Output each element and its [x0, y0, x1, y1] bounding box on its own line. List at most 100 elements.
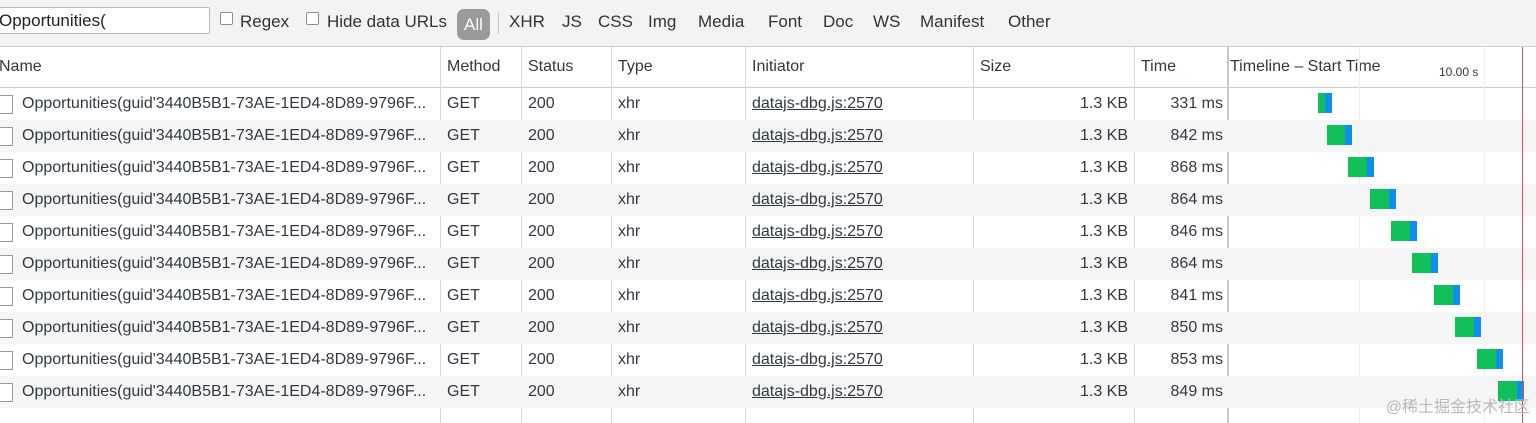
request-name[interactable]: Opportunities(guid'3440B5B1-73AE-1ED4-8D…: [22, 184, 438, 216]
request-type: xhr: [618, 95, 641, 112]
document-icon: [0, 287, 13, 306]
request-status: 200: [528, 383, 555, 400]
column-header-type[interactable]: Type: [612, 47, 744, 87]
request-time: 841 ms: [1170, 287, 1223, 304]
request-status: 200: [528, 319, 555, 336]
request-status: 200: [528, 287, 555, 304]
request-row[interactable]: Opportunities(guid'3440B5B1-73AE-1ED4-8D…: [0, 376, 1536, 408]
column-header-method[interactable]: Method: [441, 47, 521, 87]
document-icon: [0, 127, 13, 146]
request-type: xhr: [618, 223, 641, 240]
request-name[interactable]: Opportunities(guid'3440B5B1-73AE-1ED4-8D…: [22, 88, 438, 120]
request-size: 1.3 KB: [1079, 287, 1128, 304]
request-name[interactable]: Opportunities(guid'3440B5B1-73AE-1ED4-8D…: [22, 312, 438, 344]
hide-data-urls-checkbox[interactable]: [306, 12, 319, 25]
filter-divider: [498, 12, 499, 34]
column-header-timeline[interactable]: Timeline – Start Time: [1224, 47, 1434, 87]
request-name[interactable]: Opportunities(guid'3440B5B1-73AE-1ED4-8D…: [22, 344, 438, 376]
request-initiator-link[interactable]: datajs-dbg.js:2570: [752, 184, 883, 216]
waterfall-download-segment: [1474, 317, 1481, 337]
request-method: GET: [447, 223, 480, 240]
type-filter-manifest[interactable]: Manifest: [920, 12, 984, 32]
request-method: GET: [447, 287, 480, 304]
request-row[interactable]: Opportunities(guid'3440B5B1-73AE-1ED4-8D…: [0, 344, 1536, 376]
waterfall-bar: [1412, 253, 1438, 273]
request-time: 853 ms: [1170, 351, 1223, 368]
watermark: @稀土掘金技术社区: [1385, 399, 1530, 416]
type-filter-font[interactable]: Font: [768, 12, 802, 32]
type-filter-media[interactable]: Media: [698, 12, 744, 32]
waterfall-bar: [1318, 93, 1332, 113]
request-method: GET: [447, 255, 480, 272]
request-row[interactable]: Opportunities(guid'3440B5B1-73AE-1ED4-8D…: [0, 184, 1536, 216]
request-time: 864 ms: [1170, 255, 1223, 272]
request-status: 200: [528, 127, 555, 144]
waterfall-bar: [1348, 157, 1374, 177]
request-initiator-link[interactable]: datajs-dbg.js:2570: [752, 248, 883, 280]
request-size: 1.3 KB: [1079, 127, 1128, 144]
document-icon: [0, 351, 13, 370]
request-initiator-link[interactable]: datajs-dbg.js:2570: [752, 280, 883, 312]
request-initiator-link[interactable]: datajs-dbg.js:2570: [752, 120, 883, 152]
request-row[interactable]: Opportunities(guid'3440B5B1-73AE-1ED4-8D…: [0, 216, 1536, 248]
request-size: 1.3 KB: [1079, 383, 1128, 400]
column-header-initiator[interactable]: Initiator: [746, 47, 972, 87]
type-filter-all[interactable]: All: [457, 9, 490, 40]
request-name[interactable]: Opportunities(guid'3440B5B1-73AE-1ED4-8D…: [22, 248, 438, 280]
waterfall-bar: [1477, 349, 1503, 369]
type-filter-css[interactable]: CSS: [598, 12, 633, 32]
request-row[interactable]: Opportunities(guid'3440B5B1-73AE-1ED4-8D…: [0, 248, 1536, 280]
request-time: 849 ms: [1170, 383, 1223, 400]
hide-data-urls-label[interactable]: Hide data URLs: [327, 12, 447, 32]
request-type: xhr: [618, 319, 641, 336]
request-initiator-link[interactable]: datajs-dbg.js:2570: [752, 152, 883, 184]
type-filter-xhr[interactable]: XHR: [509, 12, 545, 32]
request-size: 1.3 KB: [1079, 319, 1128, 336]
request-size: 1.3 KB: [1079, 255, 1128, 272]
regex-checkbox[interactable]: [220, 12, 233, 25]
document-icon: [0, 319, 13, 338]
request-row[interactable]: Opportunities(guid'3440B5B1-73AE-1ED4-8D…: [0, 120, 1536, 152]
request-method: GET: [447, 351, 480, 368]
request-status: 200: [528, 351, 555, 368]
document-icon: [0, 95, 13, 114]
waterfall-bar: [1391, 221, 1417, 241]
request-method: GET: [447, 95, 480, 112]
request-status: 200: [528, 255, 555, 272]
column-header-name[interactable]: Name: [0, 47, 440, 87]
waterfall-download-segment: [1367, 157, 1374, 177]
column-header-status[interactable]: Status: [522, 47, 610, 87]
regex-label[interactable]: Regex: [240, 12, 289, 32]
request-name[interactable]: Opportunities(guid'3440B5B1-73AE-1ED4-8D…: [22, 120, 438, 152]
request-time: 868 ms: [1170, 159, 1223, 176]
request-initiator-link[interactable]: datajs-dbg.js:2570: [752, 312, 883, 344]
request-name[interactable]: Opportunities(guid'3440B5B1-73AE-1ED4-8D…: [22, 280, 438, 312]
request-type: xhr: [618, 287, 641, 304]
request-initiator-link[interactable]: datajs-dbg.js:2570: [752, 344, 883, 376]
request-table-header: Name Method Status Type Initiator Size T…: [0, 47, 1536, 88]
request-method: GET: [447, 191, 480, 208]
request-row[interactable]: Opportunities(guid'3440B5B1-73AE-1ED4-8D…: [0, 88, 1536, 120]
column-header-size[interactable]: Size: [974, 47, 1134, 87]
request-row[interactable]: Opportunities(guid'3440B5B1-73AE-1ED4-8D…: [0, 152, 1536, 184]
type-filter-doc[interactable]: Doc: [823, 12, 853, 32]
type-filter-img[interactable]: Img: [648, 12, 676, 32]
document-icon: [0, 255, 13, 274]
request-row[interactable]: Opportunities(guid'3440B5B1-73AE-1ED4-8D…: [0, 280, 1536, 312]
waterfall-bar: [1370, 189, 1396, 209]
waterfall-download-segment: [1389, 189, 1396, 209]
request-size: 1.3 KB: [1079, 95, 1128, 112]
request-name[interactable]: Opportunities(guid'3440B5B1-73AE-1ED4-8D…: [22, 152, 438, 184]
type-filter-ws[interactable]: WS: [873, 12, 900, 32]
filter-input[interactable]: [0, 7, 210, 34]
request-row[interactable]: Opportunities(guid'3440B5B1-73AE-1ED4-8D…: [0, 312, 1536, 344]
request-method: GET: [447, 159, 480, 176]
type-filter-other[interactable]: Other: [1008, 12, 1051, 32]
request-name[interactable]: Opportunities(guid'3440B5B1-73AE-1ED4-8D…: [22, 376, 438, 408]
request-initiator-link[interactable]: datajs-dbg.js:2570: [752, 216, 883, 248]
type-filter-js[interactable]: JS: [562, 12, 582, 32]
column-header-time[interactable]: Time: [1135, 47, 1227, 87]
request-initiator-link[interactable]: datajs-dbg.js:2570: [752, 376, 883, 408]
request-name[interactable]: Opportunities(guid'3440B5B1-73AE-1ED4-8D…: [22, 216, 438, 248]
request-initiator-link[interactable]: datajs-dbg.js:2570: [752, 88, 883, 120]
